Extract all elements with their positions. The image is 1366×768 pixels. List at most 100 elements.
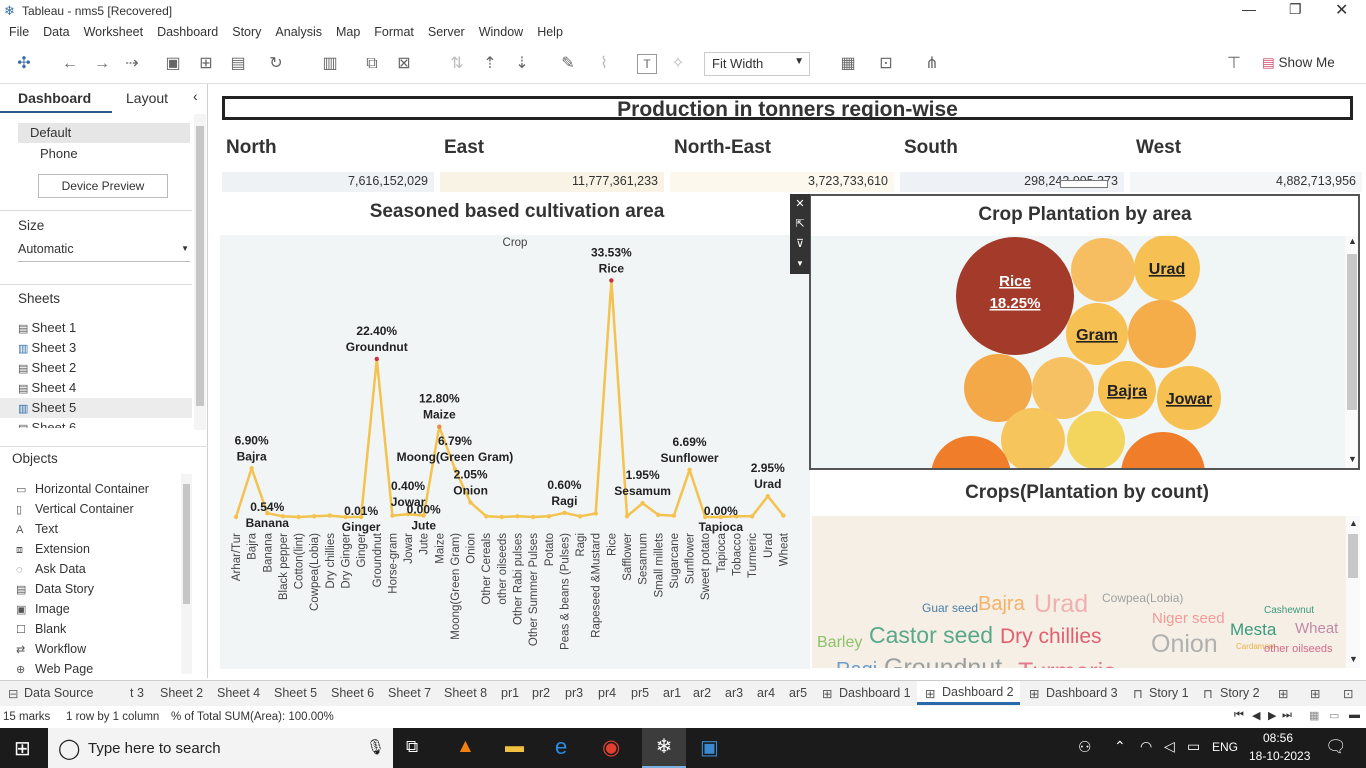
data-point[interactable]	[577, 514, 583, 519]
clock-date[interactable]: 18-10-2023	[1249, 749, 1310, 763]
fix-axes-icon[interactable]: ✧	[668, 54, 688, 74]
vlc-icon[interactable]: ▲	[456, 736, 475, 758]
save-icon[interactable]: ▣	[163, 54, 183, 74]
device-phone[interactable]: Phone	[40, 146, 78, 161]
tab-ar2[interactable]: ar2	[693, 686, 711, 700]
bubble-chart[interactable]: Rice 18.25% Urad Gram Bajra Jowar Maize	[811, 236, 1345, 470]
tab-dashboard-1[interactable]: Dashboard 1	[839, 686, 911, 700]
edge-icon[interactable]: e	[555, 734, 567, 760]
duplicate-icon[interactable]: ⧉	[362, 54, 382, 74]
tab-data-source[interactable]: Data Source	[24, 686, 93, 700]
highlight-icon[interactable]: ✎	[558, 54, 578, 74]
object-text[interactable]: A Text	[16, 522, 58, 536]
scrollbar-thumb[interactable]	[1347, 254, 1357, 410]
labels-icon[interactable]: T	[637, 54, 657, 74]
data-point[interactable]	[468, 500, 473, 505]
object-extension[interactable]: ⧈ Extension	[16, 542, 90, 557]
word-onion[interactable]: Onion	[1151, 632, 1218, 657]
data-point[interactable]	[781, 513, 786, 518]
notifications-icon[interactable]: 🗨	[1325, 737, 1347, 757]
tab-ar3[interactable]: ar3	[725, 686, 743, 700]
scroll-down-icon[interactable]: ▼	[1349, 654, 1358, 664]
tab-sheet-6[interactable]: Sheet 6	[331, 686, 374, 700]
data-point[interactable]	[546, 514, 551, 519]
sheet-item-1[interactable]: ▤ Sheet 1	[18, 320, 76, 335]
line-chart[interactable]: Crop Arhar/Tur Bajra Banana Black pepper Cot…	[220, 235, 810, 669]
task-view-icon[interactable]: ⧉	[406, 737, 418, 757]
word-cowpea[interactable]: Cowpea(Lobia)	[1102, 592, 1183, 604]
language-indicator[interactable]: ENG	[1212, 740, 1238, 754]
tab-ar5[interactable]: ar5	[789, 686, 807, 700]
tab-dashboard-2-active[interactable]: ⊞ Dashboard 2	[917, 681, 1020, 705]
word-guar-seed[interactable]: Guar seed	[922, 602, 978, 614]
menu-map[interactable]: Map	[329, 22, 367, 39]
menu-window[interactable]: Window	[472, 22, 530, 39]
tableau-taskbar-icon[interactable]: ❄	[642, 728, 686, 768]
device-default[interactable]: Default	[18, 123, 190, 143]
filter-icon[interactable]: ⊽	[790, 234, 810, 254]
pause-updates-icon[interactable]: ▤	[228, 54, 248, 74]
menu-file[interactable]: File	[0, 22, 36, 39]
left-scrollbar-upper[interactable]	[194, 114, 206, 430]
object-data-story[interactable]: ▤ Data Story	[16, 582, 94, 596]
tableau-logo-icon[interactable]: ✣	[14, 54, 34, 74]
battery-icon[interactable]: ▭	[1187, 738, 1200, 755]
close-window-button[interactable]: ✕	[1335, 0, 1348, 20]
menu-worksheet[interactable]: Worksheet	[77, 22, 151, 39]
word-barley[interactable]: Barley	[817, 635, 862, 651]
file-explorer-icon[interactable]: ▬	[505, 736, 524, 758]
tab-dashboard[interactable]: Dashboard	[18, 90, 91, 106]
data-point[interactable]	[296, 514, 301, 520]
filmstrip-icon[interactable]: ▭	[1329, 709, 1339, 722]
data-point[interactable]	[515, 514, 520, 519]
data-point[interactable]	[530, 514, 536, 520]
word-niger-seed[interactable]: Niger seed	[1152, 611, 1225, 626]
new-worksheet-tab-icon[interactable]: ⊞	[1278, 686, 1288, 701]
object-web-page[interactable]: ⊕ Web Page	[16, 662, 93, 676]
sheet-sorter-icon[interactable]: ▦	[1309, 709, 1319, 722]
bubble-scrollbar[interactable]: ▲ ▼	[1345, 236, 1358, 468]
replay-icon[interactable]: ⇢	[122, 54, 142, 74]
tab-sheet-8[interactable]: Sheet 8	[444, 686, 487, 700]
object-ask-data[interactable]: ◌ Ask Data	[16, 562, 86, 576]
photos-icon[interactable]: ▣	[700, 735, 719, 760]
word-dry-chillies[interactable]: Dry chillies	[1000, 626, 1102, 647]
first-sheet-icon[interactable]: ⏮	[1234, 709, 1244, 722]
scrollbar-thumb[interactable]	[196, 126, 204, 406]
sort-descending-icon[interactable]: ⇣	[512, 54, 532, 74]
scrollbar-thumb[interactable]	[183, 484, 190, 604]
bubble[interactable]	[1067, 411, 1125, 469]
tab-pr4[interactable]: pr4	[598, 686, 616, 700]
data-point[interactable]	[562, 510, 567, 515]
menu-help[interactable]: Help	[530, 22, 570, 39]
tab-story-1[interactable]: Story 1	[1149, 686, 1189, 700]
device-preview-button[interactable]: Device Preview	[38, 174, 168, 198]
word-bajra[interactable]: Bajra	[978, 594, 1025, 614]
show-cards-icon[interactable]: ▦	[838, 54, 858, 74]
tab-sheet-2[interactable]: Sheet 2	[160, 686, 203, 700]
data-point[interactable]	[374, 356, 379, 362]
data-point[interactable]	[656, 512, 661, 518]
word-groundnut[interactable]: Groundnut	[884, 656, 1002, 669]
restore-button[interactable]: ❐	[1289, 1, 1302, 18]
bubble[interactable]	[1001, 408, 1065, 470]
data-point[interactable]	[593, 511, 598, 516]
more-options-icon[interactable]: ▼	[790, 254, 810, 274]
data-point[interactable]	[671, 513, 677, 518]
data-point[interactable]	[437, 424, 442, 429]
word-wheat[interactable]: Wheat	[1295, 621, 1338, 636]
next-sheet-icon[interactable]: ▶	[1268, 709, 1276, 722]
sheet-item-5[interactable]: ▥ Sheet 5	[0, 398, 192, 418]
taskbar-search[interactable]: ◯ Type here to search 🎙	[48, 728, 393, 768]
menu-data[interactable]: Data	[36, 22, 76, 39]
menu-server[interactable]: Server	[421, 22, 472, 39]
data-point[interactable]	[765, 493, 770, 499]
undo-icon[interactable]: ←	[60, 54, 80, 74]
tab-sheet-3-partial[interactable]: t 3	[130, 686, 144, 700]
word-cloud-scrollbar[interactable]: ▲ ▼	[1346, 516, 1360, 668]
clear-sheet-icon[interactable]: ⊠	[394, 54, 414, 74]
word-castor-seed[interactable]: Castor seed	[869, 624, 993, 647]
fit-dropdown[interactable]: Fit Width ▼	[704, 52, 810, 76]
tabs-view-icon[interactable]: ▬	[1349, 709, 1360, 721]
minimize-button[interactable]: —	[1242, 1, 1256, 17]
